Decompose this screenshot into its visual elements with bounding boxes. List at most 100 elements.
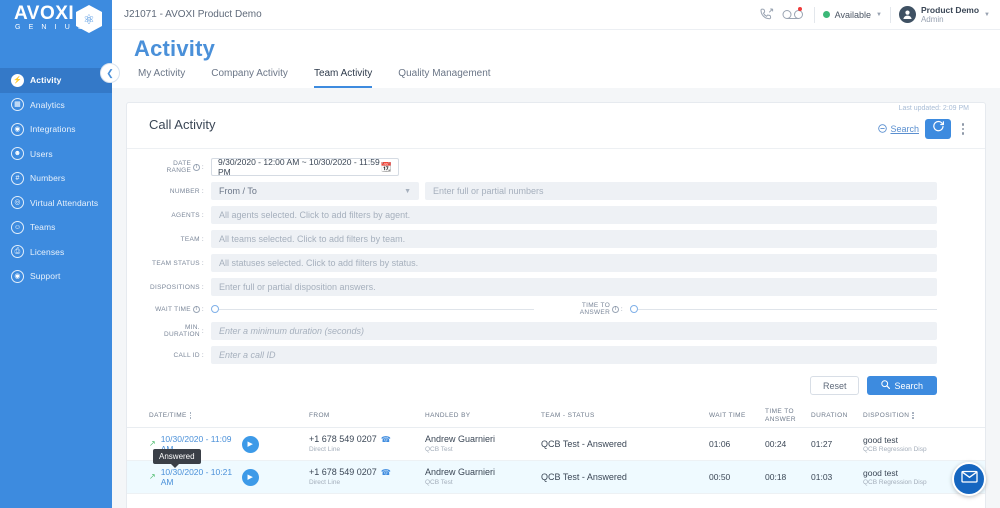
page-title: Activity <box>134 36 216 61</box>
filter-row-call-id: CALL ID: Enter a call ID <box>149 346 937 364</box>
kebab-menu-icon[interactable] <box>957 121 969 137</box>
filter-row-date-range: DATE RANGE i: 9/30/2020 - 12:00 AM ~ 10/… <box>149 157 937 177</box>
sidebar-item-teams[interactable]: ☺ Teams <box>0 215 112 240</box>
last-updated-label: Last updated: 2:09 PM <box>898 105 969 112</box>
from-sublabel: Direct Line <box>309 479 341 486</box>
tab-my-activity[interactable]: My Activity <box>138 68 185 88</box>
inbound-arrow-icon: ↗ <box>149 472 156 481</box>
search-button[interactable]: Search <box>867 376 937 395</box>
sidebar-item-label: Virtual Attendants <box>30 197 99 208</box>
sidebar-item-licenses[interactable]: ⎙ Licenses <box>0 240 112 265</box>
topbar-divider-1 <box>813 6 815 23</box>
from-number: +1 678 549 0207 ☎ <box>309 467 391 477</box>
cell-time-to-answer: 00:18 <box>765 472 787 482</box>
call-id-input[interactable]: Enter a call ID <box>211 346 937 364</box>
user-role: Admin <box>920 15 944 24</box>
disposition-value: good test <box>863 434 898 445</box>
cell-from: +1 678 549 0207 ☎ Direct Line <box>309 467 425 487</box>
table-row[interactable]: ↗ 10/30/2020 - 11:09 AM ▶ +1 678 549 020… <box>127 428 985 468</box>
column-header-disposition[interactable]: DISPOSITION <box>863 412 969 419</box>
column-header-team-status: TEAM - STATUS <box>541 412 595 419</box>
filter-form: DATE RANGE i: 9/30/2020 - 12:00 AM ~ 10/… <box>127 149 985 364</box>
cell-wait-time: 00:50 <box>709 472 731 482</box>
dispositions-filter-input[interactable]: Enter full or partial disposition answer… <box>211 278 937 296</box>
phone-outgoing-icon[interactable] <box>754 4 780 26</box>
chevron-down-icon: ▼ <box>984 11 990 18</box>
brand-logo[interactable]: AVOXI G E N I U S ⚛ <box>0 0 112 36</box>
min-duration-label: MIN. DURATION: <box>164 324 204 338</box>
handled-by-name: Andrew Guarnieri <box>425 434 496 444</box>
phone-icon: ☎ <box>380 435 391 444</box>
sidebar-item-users[interactable]: ☻ Users <box>0 142 112 167</box>
number-search-input[interactable]: Enter full or partial numbers <box>425 182 937 200</box>
min-duration-input[interactable]: Enter a minimum duration (seconds) <box>211 322 937 340</box>
sidebar-item-support[interactable]: ◉ Support <box>0 264 112 289</box>
headset-icon: ◎ <box>11 196 24 210</box>
minus-circle-icon <box>878 123 888 135</box>
agents-filter-input[interactable]: All agents selected. Click to add filter… <box>211 206 937 224</box>
team-filter-input[interactable]: All teams selected. Click to add filters… <box>211 230 937 248</box>
team-status-label: TEAM STATUS: <box>152 259 204 267</box>
sidebar-item-label: Teams <box>30 222 56 233</box>
phone-icon: ☎ <box>380 468 391 477</box>
number-direction-select[interactable]: From / To ▼ <box>211 182 419 200</box>
column-header-handled-by: HANDLED BY <box>425 412 471 419</box>
cell-handled-by: Andrew Guarnieri QCB Test <box>425 467 541 487</box>
sidebar-item-integrations[interactable]: ◉ Integrations <box>0 117 112 142</box>
sidebar-item-numbers[interactable]: # Numbers <box>0 166 112 191</box>
tab-company-activity[interactable]: Company Activity <box>211 68 288 88</box>
app-root: AVOXI G E N I U S ⚛ ⚡ Activity ▦ Analyti… <box>0 0 1000 508</box>
plug-icon: ◉ <box>11 122 24 136</box>
column-header-wait-time: WAIT TIME <box>709 412 746 419</box>
availability-status-dropdown[interactable]: Available ▼ <box>822 9 882 20</box>
calendar-icon: 📆 <box>380 161 392 172</box>
tab-quality-management[interactable]: Quality Management <box>398 68 490 88</box>
search-button-label: Search <box>894 380 923 391</box>
sidebar: AVOXI G E N I U S ⚛ ⚡ Activity ▦ Analyti… <box>0 0 112 508</box>
sort-icon <box>912 412 914 419</box>
column-header-time-to-answer: TIME TO ANSWER <box>765 408 796 423</box>
handled-by-sublabel: QCB Test <box>425 446 453 453</box>
date-range-input[interactable]: 9/30/2020 - 12:00 AM ~ 10/30/2020 - 11:5… <box>211 157 399 177</box>
cell-from: +1 678 549 0207 ☎ Direct Line <box>309 434 425 454</box>
sidebar-item-analytics[interactable]: ▦ Analytics <box>0 93 112 118</box>
bolt-icon: ⚡ <box>11 73 24 87</box>
column-header-datetime[interactable]: DATE/TIME <box>149 412 309 419</box>
sidebar-item-label: Analytics <box>30 99 65 110</box>
filter-row-dispositions: DISPOSITIONS: Enter full or partial disp… <box>149 278 937 296</box>
voicemail-icon[interactable] <box>780 4 806 26</box>
chat-support-button[interactable] <box>952 462 986 496</box>
status-label: Available <box>834 9 871 20</box>
team-status-filter-input[interactable]: All statuses selected. Click to add filt… <box>211 254 937 272</box>
info-icon[interactable]: i <box>612 305 619 313</box>
info-icon[interactable]: i <box>193 163 200 171</box>
cell-datetime: ↗ 10/30/2020 - 10:21 AM ▶ <box>149 467 309 487</box>
time-to-answer-slider-track[interactable] <box>638 308 937 310</box>
refresh-button[interactable] <box>925 119 951 139</box>
wait-time-slider-track[interactable] <box>219 308 534 310</box>
sidebar-collapse-button[interactable]: ❮ <box>100 63 120 83</box>
filter-row-agents: AGENTS: All agents selected. Click to ad… <box>149 206 937 224</box>
wait-time-slider-handle[interactable] <box>211 305 219 313</box>
play-icon[interactable]: ▶ <box>241 435 259 453</box>
info-icon[interactable]: i <box>192 305 200 313</box>
user-menu[interactable]: Product Demo Admin ▼ <box>898 5 990 24</box>
tab-team-activity[interactable]: Team Activity <box>313 68 373 88</box>
account-label: J21071 - AVOXI Product Demo <box>124 9 262 20</box>
number-direction-value: From / To <box>219 186 257 196</box>
sidebar-nav: ⚡ Activity ▦ Analytics ◉ Integrations ☻ … <box>0 68 112 289</box>
main-region: J21071 - AVOXI Product Demo Available ▼ … <box>100 0 1000 508</box>
reset-button[interactable]: Reset <box>809 376 860 395</box>
lifebuoy-icon: ◉ <box>11 269 24 283</box>
envelope-icon <box>960 470 978 488</box>
sidebar-item-label: Activity <box>30 75 62 86</box>
cell-wait-time: 01:06 <box>709 439 731 449</box>
sidebar-item-virtual-attendants[interactable]: ◎ Virtual Attendants <box>0 191 112 216</box>
play-icon[interactable]: ▶ <box>241 468 259 486</box>
call-datetime-link[interactable]: 10/30/2020 - 10:21 AM <box>161 467 237 487</box>
sidebar-item-activity[interactable]: ⚡ Activity <box>0 68 112 93</box>
table-row[interactable]: ↗ 10/30/2020 - 10:21 AM ▶ +1 678 549 020… <box>127 461 985 494</box>
search-panel-toggle[interactable]: Search <box>878 123 919 135</box>
time-to-answer-slider-handle[interactable] <box>630 305 638 313</box>
user-icon: ☻ <box>11 147 24 161</box>
